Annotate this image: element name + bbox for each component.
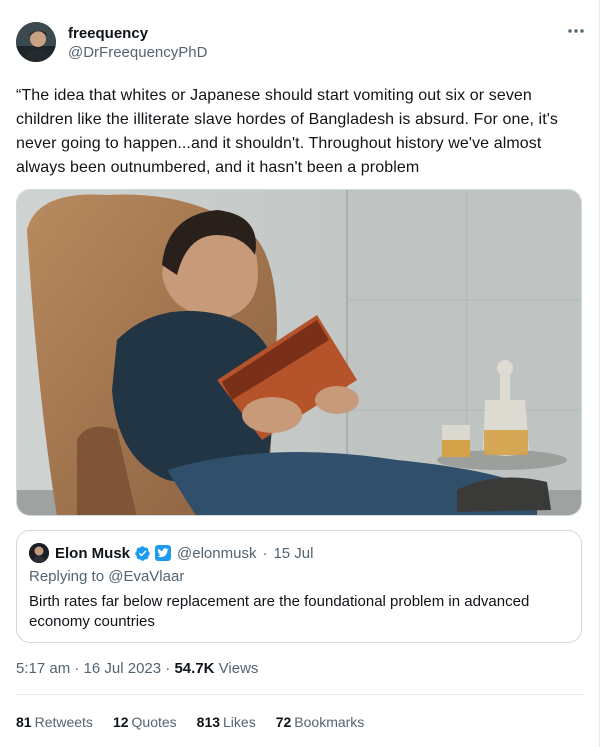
quoted-separator: ·: [262, 544, 268, 562]
tweet-header: freequency @DrFreequencyPhD: [16, 22, 588, 66]
views-count: 54.7K: [174, 660, 215, 677]
stat-likes[interactable]: 813 Likes: [197, 714, 256, 730]
stat-bookmarks[interactable]: 72 Bookmarks: [276, 714, 365, 730]
quoted-reply-context: Replying to @EvaVlaar: [29, 568, 184, 585]
tweet-text: “The idea that whites or Japanese should…: [16, 87, 559, 176]
bookmarks-label: Bookmarks: [294, 714, 365, 730]
likes-count: 813: [196, 714, 221, 730]
bookmarks-count: 72: [275, 714, 292, 730]
quoted-tweet-text: Birth rates far below replacement are th…: [29, 593, 530, 630]
quotes-count: 12: [112, 714, 129, 730]
stat-retweets[interactable]: 81 Retweets: [16, 714, 93, 730]
quoted-author-avatar[interactable]: [29, 543, 49, 563]
twitter-affiliate-icon: [155, 545, 172, 561]
retweets-count: 81: [16, 714, 32, 730]
meta-separator: ·: [74, 660, 80, 677]
author-names: freequency @DrFreequencyPhD: [68, 25, 207, 63]
tweet-time[interactable]: 5:17 am: [16, 660, 70, 677]
tweet-meta: 5:17 am · 16 Jul 2023 · 54.7K Views: [16, 660, 258, 677]
tweet-date[interactable]: 16 Jul 2023: [84, 660, 162, 677]
more-horizontal-icon[interactable]: [564, 24, 588, 44]
reply-prefix: Replying to: [29, 568, 105, 585]
author-avatar[interactable]: [16, 22, 56, 62]
quoted-tweet-card[interactable]: Elon Musk @elonmusk · 15 Jul Replying to…: [16, 530, 582, 643]
quoted-tweet-header: Elon Musk @elonmusk · 15 Jul: [29, 543, 313, 563]
timeline-border: [599, 0, 600, 747]
verified-badge-icon: [134, 545, 151, 562]
divider: [16, 694, 584, 695]
quoted-author-handle[interactable]: @elonmusk: [177, 545, 256, 562]
views-label: Views: [218, 660, 259, 677]
quoted-author-name[interactable]: Elon Musk: [55, 545, 130, 562]
tweet-media-photo[interactable]: [16, 189, 582, 516]
author-handle[interactable]: @DrFreequencyPhD: [68, 43, 207, 63]
meta-separator: ·: [165, 660, 171, 677]
quoted-date[interactable]: 15 Jul: [273, 545, 313, 562]
quotes-label: Quotes: [131, 714, 177, 730]
likes-label: Likes: [223, 714, 256, 730]
retweets-label: Retweets: [34, 714, 93, 730]
engagement-stats: 81 Retweets 12 Quotes 813 Likes 72 Bookmarks: [16, 714, 384, 730]
author-display-name[interactable]: freequency: [68, 25, 207, 43]
stat-quotes[interactable]: 12 Quotes: [113, 714, 177, 730]
reply-to-mention[interactable]: @EvaVlaar: [108, 568, 184, 585]
